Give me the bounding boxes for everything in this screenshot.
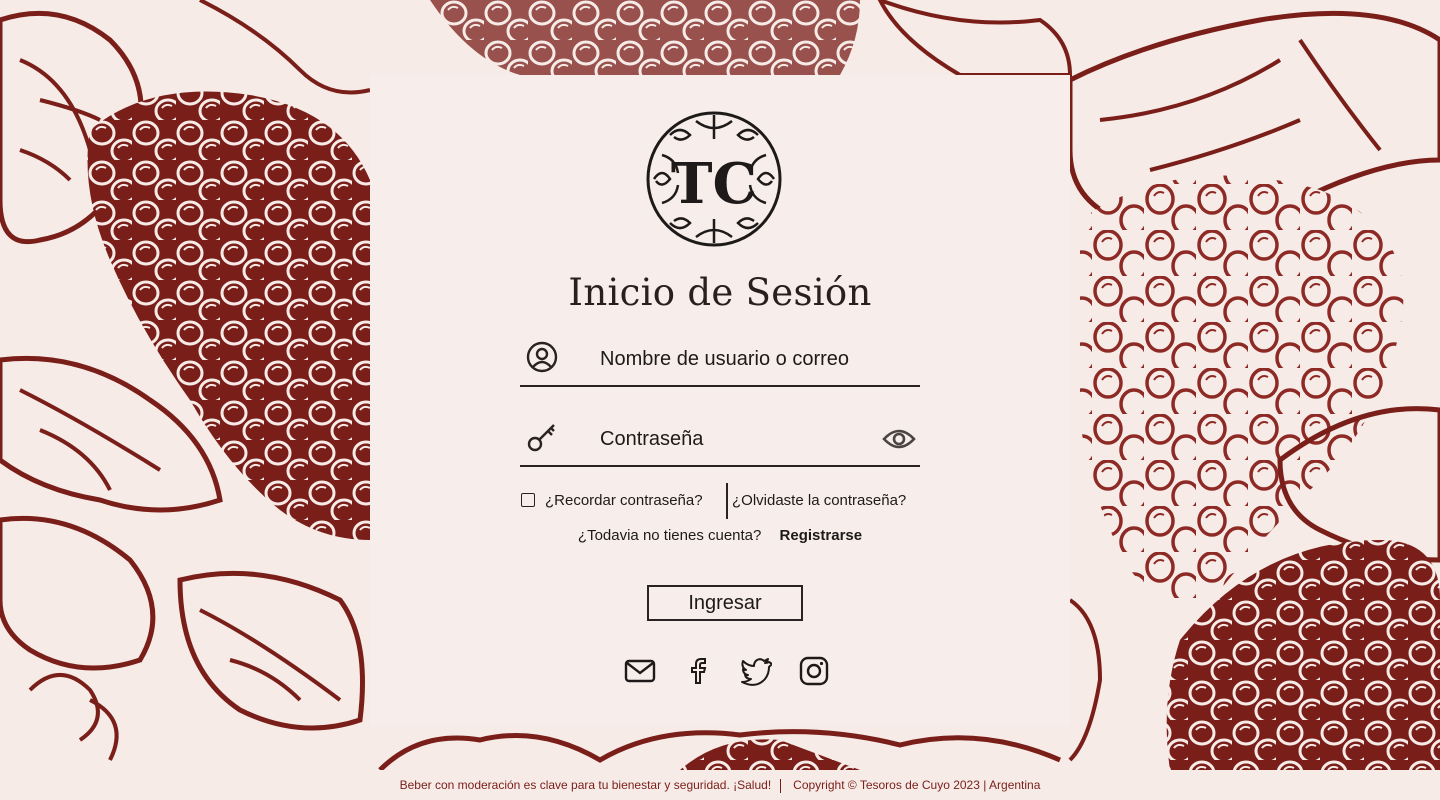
register-row: ¿Todavia no tienes cuenta? Registrarse — [370, 527, 1070, 544]
options-divider — [726, 483, 728, 519]
password-input[interactable] — [600, 423, 860, 455]
instagram-icon[interactable] — [798, 655, 830, 687]
register-link[interactable]: Registrarse — [780, 527, 863, 544]
password-field — [520, 419, 920, 467]
footer-moderation-message: Beber con moderación es clave para tu bi… — [399, 778, 772, 792]
username-input[interactable] — [600, 343, 860, 375]
remember-checkbox[interactable] — [521, 493, 535, 507]
page-title: Inicio de Sesión — [568, 271, 872, 314]
login-submit-button[interactable]: Ingresar — [647, 585, 803, 621]
user-circle-icon — [526, 341, 558, 373]
options-row: ¿Recordar contraseña? ¿Olvidaste la cont… — [520, 483, 920, 519]
social-links — [624, 655, 834, 687]
username-field — [520, 339, 920, 387]
no-account-text: ¿Todavia no tienes cuenta? — [577, 527, 762, 544]
footer: Beber con moderación es clave para tu bi… — [0, 770, 1440, 800]
footer-copyright: Copyright © Tesoros de Cuyo 2023 | Argen… — [793, 778, 1041, 792]
facebook-icon[interactable] — [682, 655, 714, 687]
twitter-icon[interactable] — [740, 655, 772, 687]
show-password-eye-icon[interactable] — [882, 425, 916, 453]
login-card: TC Inicio de Sesión ¿Recordar contraseña… — [370, 75, 1070, 725]
key-icon — [527, 424, 555, 452]
footer-divider — [780, 778, 782, 793]
logo-monogram: TC — [671, 151, 757, 217]
forgot-password-link[interactable]: ¿Olvidaste la contraseña? — [732, 492, 906, 509]
remember-label[interactable]: ¿Recordar contraseña? — [545, 492, 703, 509]
tesoros-de-cuyo-logo: TC — [646, 111, 782, 247]
mail-icon[interactable] — [624, 655, 656, 687]
